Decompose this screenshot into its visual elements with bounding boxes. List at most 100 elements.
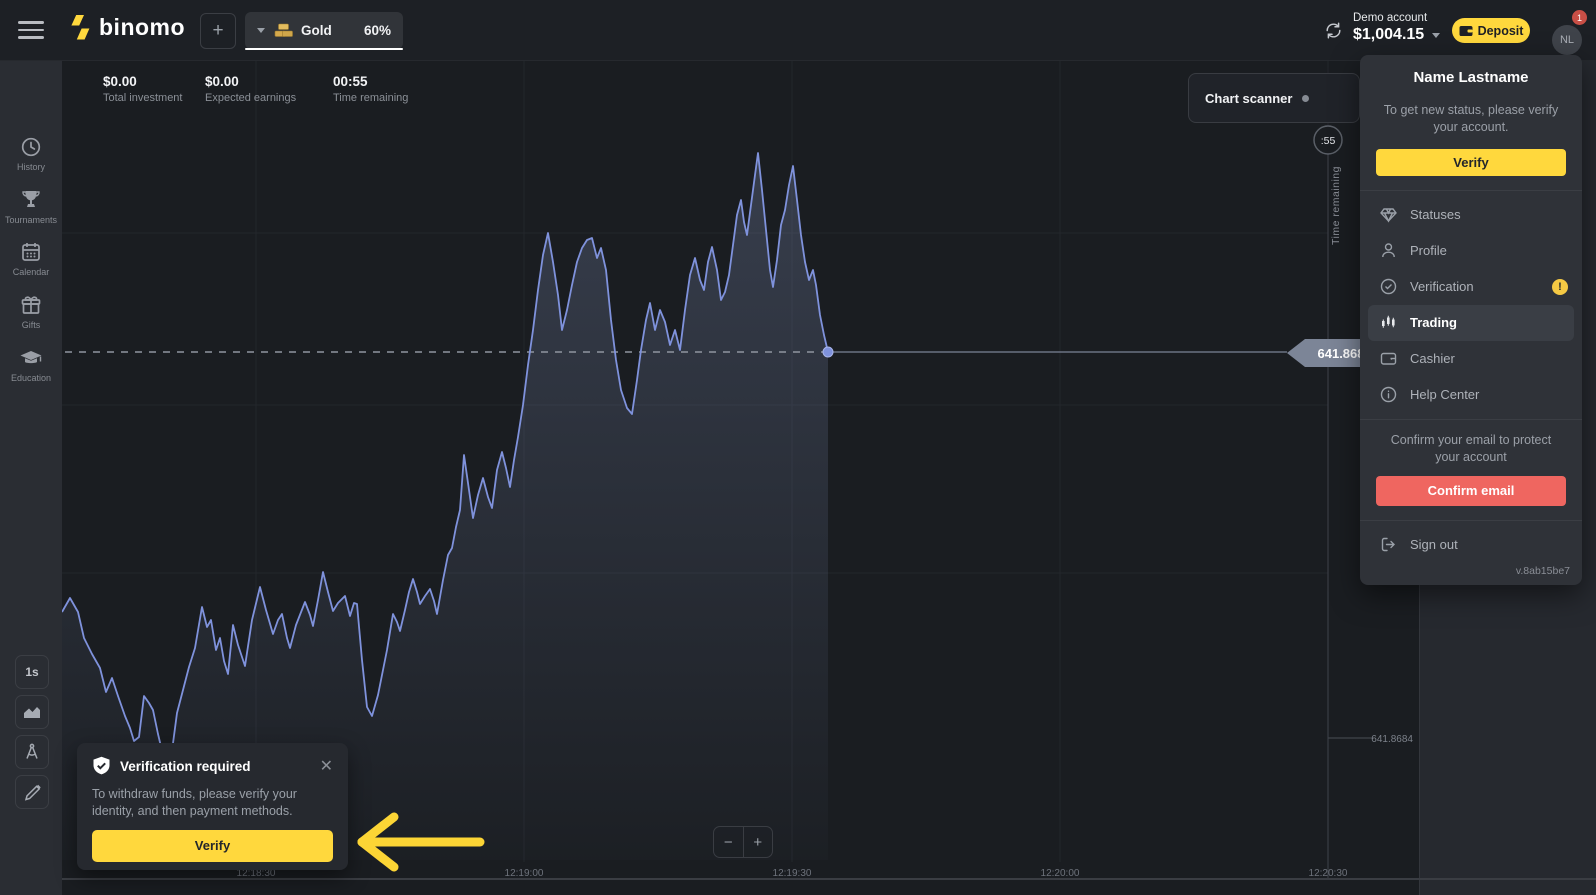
popup-title: Verification required bbox=[120, 759, 251, 774]
top-bar: binomo + Gold 60% Demo account $1,004.15 bbox=[0, 0, 1596, 61]
candlestick-chart-icon bbox=[1380, 314, 1397, 331]
menu-item-cashier[interactable]: Cashier bbox=[1360, 341, 1582, 377]
menu-item-help-center[interactable]: Help Center bbox=[1360, 377, 1582, 413]
avatar-initials: NL bbox=[1560, 34, 1574, 46]
trophy-icon bbox=[19, 188, 43, 212]
refresh-icon[interactable] bbox=[1324, 21, 1343, 45]
chart-scanner-label: Chart scanner bbox=[1205, 91, 1292, 106]
sidebar-item-label: Education bbox=[11, 373, 51, 383]
wallet-icon bbox=[1459, 25, 1473, 37]
divider bbox=[1360, 520, 1582, 521]
asset-tab-gold[interactable]: Gold 60% bbox=[245, 12, 403, 49]
calendar-icon bbox=[19, 240, 43, 264]
chevron-down-icon bbox=[257, 28, 265, 33]
person-icon bbox=[1380, 242, 1397, 259]
area-chart-icon bbox=[23, 705, 41, 719]
stat-label: Total investment bbox=[103, 92, 182, 104]
alert-badge: ! bbox=[1552, 279, 1568, 295]
countdown-value: :55 bbox=[1321, 135, 1336, 147]
menu-item-label: Profile bbox=[1410, 243, 1447, 258]
sidebar-item-calendar[interactable]: Calendar bbox=[0, 240, 62, 290]
sidebar-item-tournaments[interactable]: Tournaments bbox=[0, 188, 62, 238]
current-price-dot bbox=[823, 347, 833, 357]
app-version: v.8ab15be7 bbox=[1372, 565, 1570, 577]
compass-icon bbox=[23, 743, 41, 761]
gold-bars-icon bbox=[274, 23, 293, 38]
pointer-arrow-icon bbox=[350, 806, 488, 878]
check-circle-icon bbox=[1380, 278, 1397, 295]
sign-out-icon bbox=[1380, 536, 1397, 553]
stat-total-investment: $0.00 Total investment bbox=[103, 74, 182, 104]
verification-popup: Verification required ✕ To withdraw fund… bbox=[77, 743, 348, 870]
stat-time-remaining: 00:55 Time remaining bbox=[333, 74, 408, 104]
stat-expected-earnings: $0.00 Expected earnings bbox=[205, 74, 296, 104]
stat-value: $0.00 bbox=[205, 74, 296, 89]
indicators-button[interactable] bbox=[15, 735, 49, 769]
stat-value: 00:55 bbox=[333, 74, 408, 89]
drawing-tools-button[interactable] bbox=[15, 775, 49, 809]
chevron-down-icon[interactable] bbox=[1432, 33, 1440, 38]
menu-item-statuses[interactable]: Statuses bbox=[1360, 197, 1582, 233]
clock-icon bbox=[19, 135, 43, 159]
menu-item-profile[interactable]: Profile bbox=[1360, 233, 1582, 269]
sidebar-item-label: History bbox=[17, 162, 45, 172]
asset-name: Gold bbox=[301, 23, 332, 38]
sidebar-item-history[interactable]: History bbox=[0, 135, 62, 185]
binomo-app: :55 Time remaining 12:18:3012:19:0012:19… bbox=[0, 0, 1596, 895]
sidebar-item-education[interactable]: Education bbox=[0, 346, 62, 396]
account-menu-title: Name Lastname bbox=[1360, 69, 1582, 86]
confirm-email-button[interactable]: Confirm email bbox=[1376, 476, 1566, 506]
account-type: Demo account bbox=[1353, 12, 1427, 24]
confirm-email-note: Confirm your email to protect your accou… bbox=[1380, 432, 1562, 466]
chart-type-button[interactable] bbox=[15, 695, 49, 729]
svg-text:641.8684: 641.8684 bbox=[1371, 734, 1413, 745]
stat-label: Expected earnings bbox=[205, 92, 296, 104]
menu-item-label: Trading bbox=[1410, 315, 1457, 330]
sign-out-label: Sign out bbox=[1410, 537, 1458, 552]
divider bbox=[1360, 419, 1582, 420]
menu-item-label: Statuses bbox=[1410, 207, 1461, 222]
pencil-icon bbox=[24, 784, 41, 801]
gem-icon bbox=[1380, 206, 1397, 223]
wallet-icon bbox=[1380, 350, 1397, 367]
shield-check-icon bbox=[92, 756, 111, 777]
popup-body: To withdraw funds, please verify your id… bbox=[92, 786, 333, 820]
time-remaining-axis-label: Time remaining bbox=[1330, 166, 1342, 245]
sidebar-item-label: Calendar bbox=[13, 267, 50, 277]
menu-item-label: Verification bbox=[1410, 279, 1474, 294]
zoom-out-button[interactable]: − bbox=[714, 827, 744, 857]
notification-badge: 1 bbox=[1570, 8, 1589, 27]
menu-button[interactable] bbox=[18, 21, 44, 39]
deposit-label: Deposit bbox=[1478, 24, 1524, 38]
sidebar-item-label: Tournaments bbox=[5, 215, 57, 225]
account-menu: Name Lastname To get new status, please … bbox=[1360, 55, 1582, 585]
menu-item-verification[interactable]: Verification ! bbox=[1360, 269, 1582, 305]
left-sidebar: History Tournaments Calendar Gifts bbox=[0, 60, 62, 895]
zoom-in-button[interactable]: + bbox=[744, 827, 773, 857]
stat-label: Time remaining bbox=[333, 92, 408, 104]
interval-button[interactable]: 1s bbox=[15, 655, 49, 689]
menu-item-trading[interactable]: Trading bbox=[1368, 305, 1574, 341]
asset-payout: 60% bbox=[364, 23, 391, 38]
menu-item-label: Cashier bbox=[1410, 351, 1455, 366]
menu-item-label: Help Center bbox=[1410, 387, 1479, 402]
sidebar-item-gifts[interactable]: Gifts bbox=[0, 293, 62, 343]
chart-zoom-controls: − + bbox=[713, 826, 773, 858]
add-asset-button[interactable]: + bbox=[200, 13, 236, 49]
chart-scanner-button[interactable]: Chart scanner bbox=[1188, 73, 1360, 123]
status-dot-icon bbox=[1302, 95, 1309, 102]
chart-scrollbar[interactable] bbox=[62, 878, 1596, 880]
close-icon[interactable]: ✕ bbox=[320, 759, 333, 775]
sidebar-item-label: Gifts bbox=[22, 320, 41, 330]
verify-button[interactable]: Verify bbox=[1376, 149, 1566, 176]
avatar[interactable]: NL bbox=[1552, 25, 1582, 55]
binomo-logo[interactable]: binomo bbox=[70, 14, 185, 41]
sign-out-button[interactable]: Sign out bbox=[1360, 527, 1582, 563]
binomo-logo-icon bbox=[70, 14, 91, 41]
popup-verify-button[interactable]: Verify bbox=[92, 830, 333, 862]
stat-value: $0.00 bbox=[103, 74, 182, 89]
account-menu-subtitle: To get new status, please verify your ac… bbox=[1382, 102, 1560, 136]
deposit-button[interactable]: Deposit bbox=[1452, 18, 1530, 43]
account-switcher[interactable]: Demo account $1,004.15 bbox=[1353, 12, 1427, 44]
graduation-cap-icon bbox=[18, 346, 44, 370]
